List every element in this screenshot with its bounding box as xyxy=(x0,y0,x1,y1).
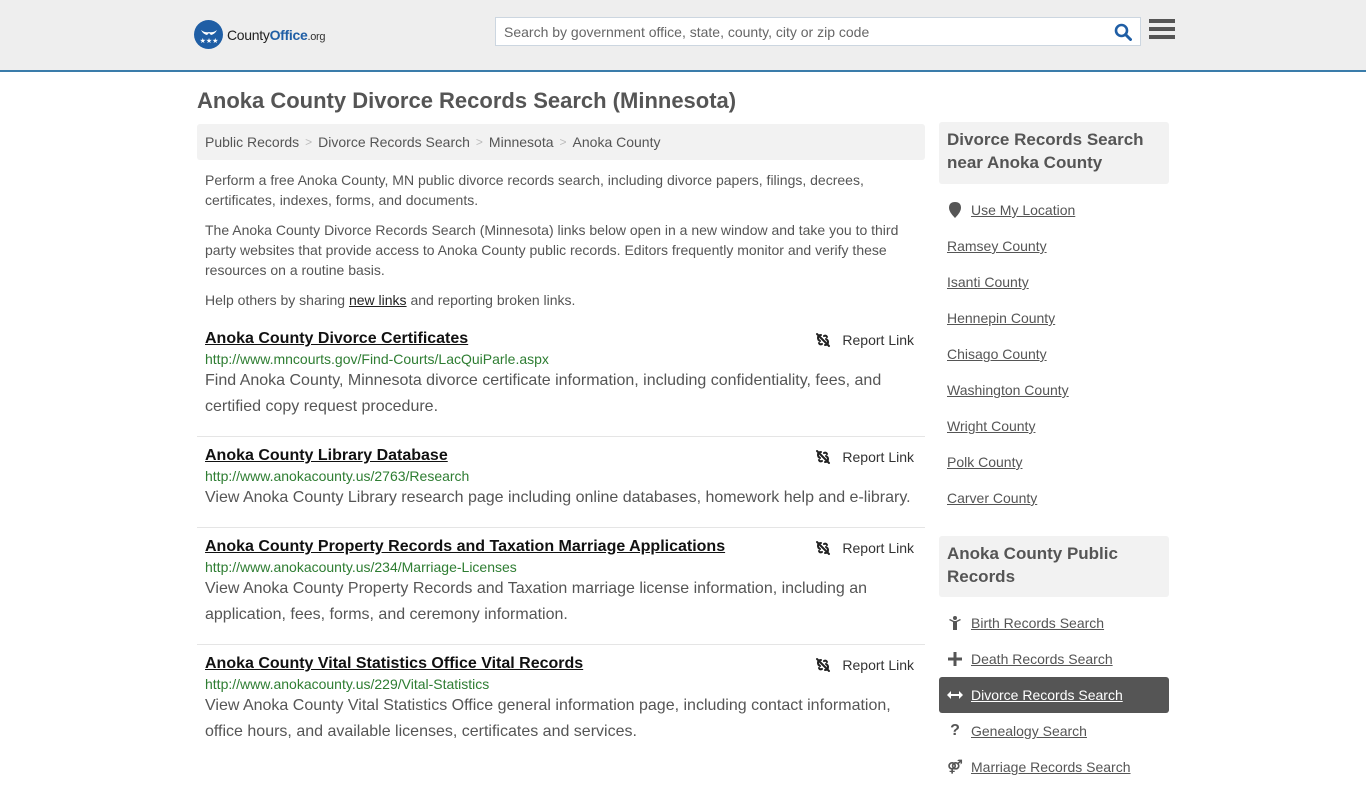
eagle-emblem-icon: ★★★ xyxy=(194,20,223,49)
sidebar-item-marriage-records[interactable]: ⚤ Marriage Records Search xyxy=(939,749,1169,785)
broken-link-icon xyxy=(816,541,831,555)
arrows-horizontal-icon xyxy=(947,690,963,700)
search-icon xyxy=(1114,23,1132,41)
intro-paragraph: Perform a free Anoka County, MN public d… xyxy=(205,172,864,208)
result-item: Anoka County Library Database Report Lin… xyxy=(197,447,925,528)
result-item: Anoka County Vital Statistics Office Vit… xyxy=(197,655,925,762)
plus-icon xyxy=(947,652,963,666)
breadcrumb-public-records[interactable]: Public Records xyxy=(205,134,299,150)
result-title-link[interactable]: Anoka County Property Records and Taxati… xyxy=(205,538,725,556)
breadcrumb-divorce-records-search[interactable]: Divorce Records Search xyxy=(318,134,470,150)
result-url: http://www.anokacounty.us/229/Vital-Stat… xyxy=(205,676,490,692)
search-input[interactable] xyxy=(496,18,1106,45)
question-icon: ? xyxy=(950,722,960,739)
child-icon xyxy=(947,616,963,630)
page-title: Anoka County Divorce Records Search (Min… xyxy=(197,88,737,113)
search-button[interactable] xyxy=(1106,18,1140,45)
breadcrumb-anoka-county[interactable]: Anoka County xyxy=(573,134,661,150)
breadcrumb-separator-icon: > xyxy=(305,135,313,149)
broken-link-icon xyxy=(816,333,831,347)
result-description: View Anoka County Library research page … xyxy=(205,489,911,506)
nearby-county-link[interactable]: Carver County xyxy=(947,490,1037,506)
hamburger-menu-icon[interactable] xyxy=(1149,19,1175,43)
sidebar-item-divorce-records[interactable]: Divorce Records Search xyxy=(939,677,1169,713)
help-paragraph: Help others by sharing new links and rep… xyxy=(205,292,576,308)
gender-icon: ⚤ xyxy=(947,759,963,774)
nearby-county-link[interactable]: Isanti County xyxy=(947,274,1029,290)
new-links-link[interactable]: new links xyxy=(349,292,407,308)
result-title-link[interactable]: Anoka County Library Database xyxy=(205,447,448,465)
breadcrumb-minnesota[interactable]: Minnesota xyxy=(489,134,554,150)
nearby-county-link[interactable]: Chisago County xyxy=(947,346,1047,362)
nearby-section-header: Divorce Records Search near Anoka County xyxy=(939,122,1169,184)
result-item: Anoka County Property Records and Taxati… xyxy=(197,538,925,645)
intro-text: Perform a free Anoka County, MN public d… xyxy=(205,170,920,320)
report-link-button[interactable]: Report Link xyxy=(815,449,914,465)
site-logo[interactable]: ★★★ CountyOffice.org xyxy=(194,20,326,49)
result-description: View Anoka County Vital Statistics Offic… xyxy=(205,697,891,740)
report-link-button[interactable]: Report Link xyxy=(815,540,914,556)
result-url: http://www.mncourts.gov/Find-Courts/LacQ… xyxy=(205,351,549,367)
public-records-section-header: Anoka County Public Records xyxy=(939,536,1169,597)
result-description: View Anoka County Property Records and T… xyxy=(205,580,867,623)
result-url: http://www.anokacounty.us/2763/Research xyxy=(205,468,470,484)
use-my-location-item: Use My Location xyxy=(939,192,1169,228)
result-title-link[interactable]: Anoka County Vital Statistics Office Vit… xyxy=(205,655,583,673)
use-my-location-link[interactable]: Use My Location xyxy=(971,202,1075,218)
map-marker-icon xyxy=(947,202,963,218)
result-item: Anoka County Divorce Certificates Report… xyxy=(197,330,925,437)
nearby-county-link[interactable]: Washington County xyxy=(947,382,1069,398)
site-header: ★★★ CountyOffice.org xyxy=(0,0,1366,72)
broken-link-icon xyxy=(816,450,831,464)
sidebar-item-genealogy[interactable]: ? Genealogy Search xyxy=(939,713,1169,749)
result-description: Find Anoka County, Minnesota divorce cer… xyxy=(205,372,882,415)
svg-text:★★★: ★★★ xyxy=(199,37,218,45)
sidebar-item-birth-records[interactable]: Birth Records Search xyxy=(939,605,1169,641)
logo-text: CountyOffice.org xyxy=(227,26,326,43)
report-link-button[interactable]: Report Link xyxy=(815,332,914,348)
nearby-county-link[interactable]: Ramsey County xyxy=(947,238,1047,254)
intro-paragraph: The Anoka County Divorce Records Search … xyxy=(205,222,899,278)
search-box xyxy=(495,17,1141,46)
result-title-link[interactable]: Anoka County Divorce Certificates xyxy=(205,330,468,348)
nearby-county-link[interactable]: Wright County xyxy=(947,418,1035,434)
nearby-county-link[interactable]: Polk County xyxy=(947,454,1022,470)
breadcrumb-separator-icon: > xyxy=(475,135,483,149)
report-link-button[interactable]: Report Link xyxy=(815,657,914,673)
broken-link-icon xyxy=(816,658,831,672)
sidebar-item-death-records[interactable]: Death Records Search xyxy=(939,641,1169,677)
breadcrumb-separator-icon: > xyxy=(559,135,567,149)
breadcrumb: Public Records > Divorce Records Search … xyxy=(197,124,925,160)
result-url: http://www.anokacounty.us/234/Marriage-L… xyxy=(205,559,517,575)
nearby-county-link[interactable]: Hennepin County xyxy=(947,310,1055,326)
